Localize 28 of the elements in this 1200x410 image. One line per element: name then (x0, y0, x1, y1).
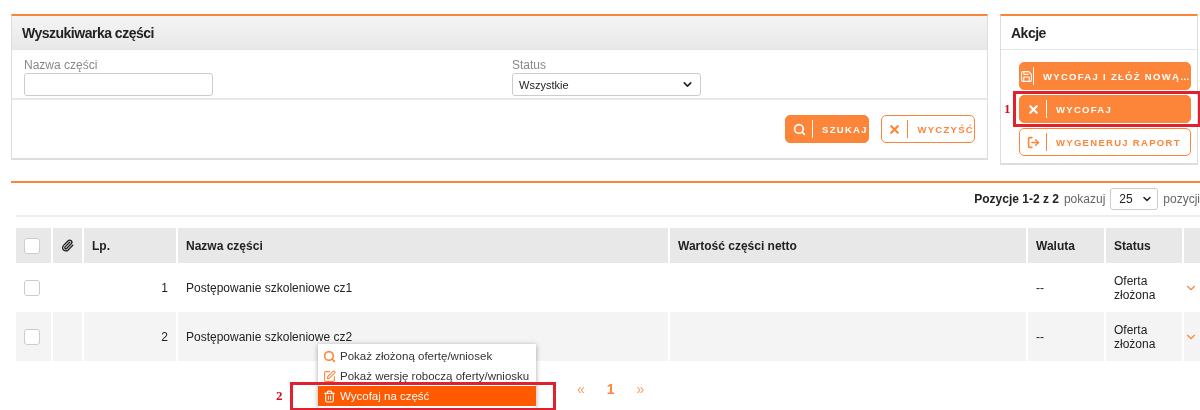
items-summary: Pozycje 1-2 z 2 (974, 192, 1059, 206)
field-label: Status (512, 58, 548, 72)
header-cell: Wartość części netto (670, 228, 1026, 263)
status-select[interactable]: Wszystkie (512, 73, 701, 96)
page-size-suffix: pozycji (1163, 192, 1200, 206)
action-button[interactable]: WYCOFAJ I ZŁÓŻ NOWĄ… (1019, 62, 1191, 90)
annotation-number: 2 (276, 388, 283, 404)
show-label: pokazuj (1063, 192, 1106, 206)
action-button[interactable]: WYGENERUJ RAPORT (1019, 128, 1191, 156)
page-link[interactable]: 1 (606, 381, 615, 397)
header-cell: Nazwa części (178, 228, 668, 263)
action-button[interactable]: WYCOFAJ (1019, 95, 1191, 123)
action-button[interactable]: SZUKAJ (785, 115, 869, 143)
header-cell: Waluta (1028, 228, 1104, 263)
annotation-number: 1 (1004, 101, 1011, 117)
first-page-link[interactable]: « (577, 381, 585, 397)
next-page-link[interactable]: » (636, 381, 645, 397)
field-label: Nazwa części (24, 58, 99, 72)
table-cell: 2 (84, 312, 176, 361)
table-cell: Oferta złożona (1106, 312, 1182, 361)
panel-title: Wyszukiwarka części (12, 16, 987, 50)
menu-item[interactable]: Wycofaj na część (318, 386, 536, 406)
page-size-select[interactable]: 25 (1110, 188, 1159, 210)
header-cell: Lp. (84, 228, 176, 263)
table-cell: -- (1028, 312, 1104, 361)
header-cell: Status (1106, 228, 1182, 263)
action-button[interactable]: WYCZYŚĆ (881, 115, 975, 143)
menu-item[interactable]: Pokaż złożoną ofertę/wniosek (318, 346, 536, 366)
